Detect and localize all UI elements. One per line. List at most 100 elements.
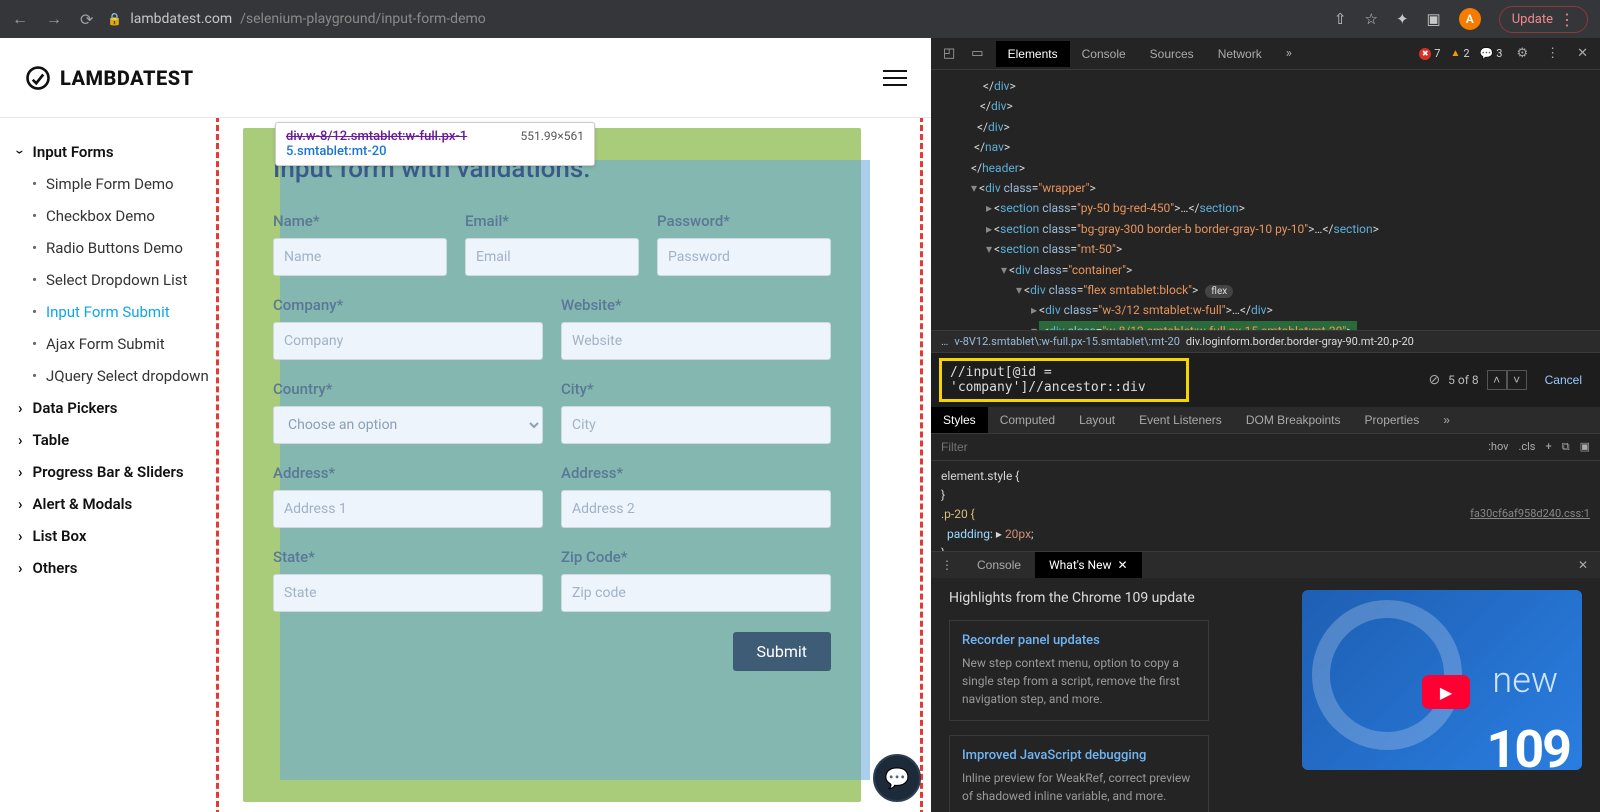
drawer-headline: Highlights from the Chrome 109 update bbox=[949, 590, 1262, 606]
sidebar-group-input-forms[interactable]: Input Forms bbox=[18, 136, 233, 168]
share-icon[interactable]: ⇧ bbox=[1334, 10, 1347, 28]
label-state: State* bbox=[273, 548, 543, 566]
styles-tab[interactable]: DOM Breakpoints bbox=[1234, 407, 1353, 433]
sidebar-group[interactable]: Table bbox=[18, 424, 233, 456]
browser-toolbar: ← → ⟳ 🔒 lambdatest.com /selenium-playgro… bbox=[0, 0, 1600, 38]
styles-tab[interactable]: Styles bbox=[931, 407, 988, 433]
sidebar-item[interactable]: Ajax Form Submit bbox=[18, 328, 233, 360]
styles-tab[interactable]: Computed bbox=[988, 407, 1067, 433]
cancel-search-button[interactable]: Cancel bbox=[1535, 373, 1592, 387]
sidebar-item[interactable]: Input Form Submit bbox=[18, 296, 233, 328]
label-city: City* bbox=[561, 380, 831, 398]
label-website: Website* bbox=[561, 296, 831, 314]
error-badge[interactable]: 7 bbox=[1419, 47, 1440, 60]
address-bar[interactable]: 🔒 lambdatest.com /selenium-playground/in… bbox=[107, 11, 485, 27]
add-rule-icon[interactable]: + bbox=[1545, 440, 1551, 454]
close-devtools-icon[interactable]: ✕ bbox=[1573, 46, 1592, 61]
label-country: Country* bbox=[273, 380, 543, 398]
sidebar-item[interactable]: JQuery Select dropdown bbox=[18, 360, 233, 392]
submit-button[interactable]: Submit bbox=[733, 632, 831, 671]
whatsnew-card[interactable]: Recorder panel updates New step context … bbox=[949, 620, 1209, 721]
input-city[interactable] bbox=[561, 406, 831, 444]
warning-badge[interactable]: 2 bbox=[1450, 47, 1469, 60]
sidebar-item[interactable]: Checkbox Demo bbox=[18, 200, 233, 232]
avatar[interactable]: A bbox=[1459, 8, 1481, 30]
devtools-tab[interactable]: Network bbox=[1206, 41, 1274, 67]
sidebar-group[interactable]: Data Pickers bbox=[18, 392, 233, 424]
pin-panel-icon[interactable]: ▣ bbox=[1580, 440, 1590, 454]
inspect-icon[interactable]: ◰ bbox=[939, 46, 959, 61]
devtools-tab[interactable]: Sources bbox=[1138, 41, 1206, 67]
sidebar-item[interactable]: Radio Buttons Demo bbox=[18, 232, 233, 264]
sidebar: Input Forms Simple Form DemoCheckbox Dem… bbox=[0, 118, 233, 812]
back-icon[interactable]: ← bbox=[12, 9, 28, 29]
reload-icon[interactable]: ⟳ bbox=[80, 10, 93, 29]
drawer-tabs: ⋮ Console What's New✕ ✕ bbox=[931, 551, 1600, 578]
input-company[interactable] bbox=[273, 322, 543, 360]
settings-icon[interactable]: ⚙ bbox=[1512, 46, 1532, 61]
input-name[interactable] bbox=[273, 238, 447, 276]
computed-panel-icon[interactable]: ⧉ bbox=[1562, 440, 1570, 454]
clear-search-icon[interactable]: ⊘ bbox=[1428, 372, 1440, 388]
styles-pane[interactable]: element.style {}.p-20 {fa30cf6af958d240.… bbox=[931, 461, 1600, 551]
chat-fab-icon[interactable]: 💬 bbox=[873, 754, 921, 802]
panel-icon[interactable]: ▣ bbox=[1427, 10, 1441, 28]
input-state[interactable] bbox=[273, 574, 543, 612]
input-address1[interactable] bbox=[273, 490, 543, 528]
url-path: /selenium-playground/input-form-demo bbox=[240, 11, 486, 27]
devtools-toolbar: ◰ ▭ ElementsConsoleSourcesNetwork » 7 2 … bbox=[931, 38, 1600, 70]
whatsnew-card[interactable]: Improved JavaScript debugging Inline pre… bbox=[949, 735, 1209, 812]
page-viewport: LAMBDATEST Input Forms Simple Form DemoC… bbox=[0, 38, 931, 812]
input-email[interactable] bbox=[465, 238, 639, 276]
select-country[interactable]: Choose an option bbox=[273, 406, 543, 444]
hamburger-icon[interactable] bbox=[883, 70, 907, 86]
search-next-icon[interactable]: ˅ bbox=[1507, 370, 1527, 390]
logo-icon bbox=[24, 64, 52, 92]
input-zip[interactable] bbox=[561, 574, 831, 612]
star-icon[interactable]: ☆ bbox=[1365, 10, 1378, 28]
kebab-icon[interactable]: ⋮ bbox=[1542, 46, 1563, 61]
styles-tab[interactable]: Properties bbox=[1353, 407, 1432, 433]
elements-tree[interactable]: </div> </div> </div> </nav></header>▾<di… bbox=[931, 70, 1600, 330]
drawer-menu-icon[interactable]: ⋮ bbox=[931, 558, 963, 572]
label-address2: Address* bbox=[561, 464, 831, 482]
styles-tab[interactable]: Event Listeners bbox=[1127, 407, 1234, 433]
device-icon[interactable]: ▭ bbox=[967, 46, 987, 61]
close-tab-icon[interactable]: ✕ bbox=[1117, 558, 1127, 572]
sidebar-item[interactable]: Simple Form Demo bbox=[18, 168, 233, 200]
devtools-tab[interactable]: Console bbox=[1070, 41, 1138, 67]
label-company: Company* bbox=[273, 296, 543, 314]
sidebar-group[interactable]: Others bbox=[18, 552, 233, 584]
input-password[interactable] bbox=[657, 238, 831, 276]
forward-icon[interactable]: → bbox=[46, 9, 62, 29]
label-password: Password* bbox=[657, 212, 831, 230]
input-address2[interactable] bbox=[561, 490, 831, 528]
search-prev-icon[interactable]: ˄ bbox=[1487, 370, 1507, 390]
drawer-tab-whatsnew[interactable]: What's New✕ bbox=[1035, 552, 1142, 578]
drawer-tab-console[interactable]: Console bbox=[963, 552, 1035, 578]
elements-breadcrumb[interactable]: … v-8V12.smtablet\:w-full.px-15.smtablet… bbox=[931, 330, 1600, 352]
xpath-input[interactable]: //input[@id = 'company']//ancestor::div bbox=[939, 358, 1189, 402]
devtools-tab[interactable]: Elements bbox=[996, 41, 1070, 67]
styles-filter-input[interactable] bbox=[931, 434, 1478, 460]
sidebar-group[interactable]: Alert & Modals bbox=[18, 488, 233, 520]
promo-banner[interactable]: ▶ new 109 bbox=[1302, 590, 1582, 770]
search-count: 5 of 8 bbox=[1448, 373, 1478, 387]
logo[interactable]: LAMBDATEST bbox=[24, 64, 194, 92]
more-styles-tabs-icon[interactable]: » bbox=[1431, 407, 1462, 433]
input-website[interactable] bbox=[561, 322, 831, 360]
cls-toggle[interactable]: .cls bbox=[1518, 440, 1535, 454]
close-drawer-icon[interactable]: ✕ bbox=[1566, 558, 1600, 572]
hov-toggle[interactable]: :hov bbox=[1488, 440, 1508, 454]
sidebar-group[interactable]: Progress Bar & Sliders bbox=[18, 456, 233, 488]
sidebar-item[interactable]: Select Dropdown List bbox=[18, 264, 233, 296]
extensions-icon[interactable]: ✦ bbox=[1396, 10, 1409, 28]
more-tabs-icon[interactable]: » bbox=[1282, 46, 1296, 61]
label-name: Name* bbox=[273, 212, 447, 230]
styles-tab[interactable]: Layout bbox=[1067, 407, 1127, 433]
lock-icon: 🔒 bbox=[107, 12, 122, 26]
inspector-tooltip: div.w-8/12.smtablet:w-full.px-1551.99×56… bbox=[275, 122, 595, 166]
sidebar-group[interactable]: List Box bbox=[18, 520, 233, 552]
update-button[interactable]: Update ⋮ bbox=[1499, 6, 1588, 33]
info-badge[interactable]: 3 bbox=[1480, 47, 1503, 60]
